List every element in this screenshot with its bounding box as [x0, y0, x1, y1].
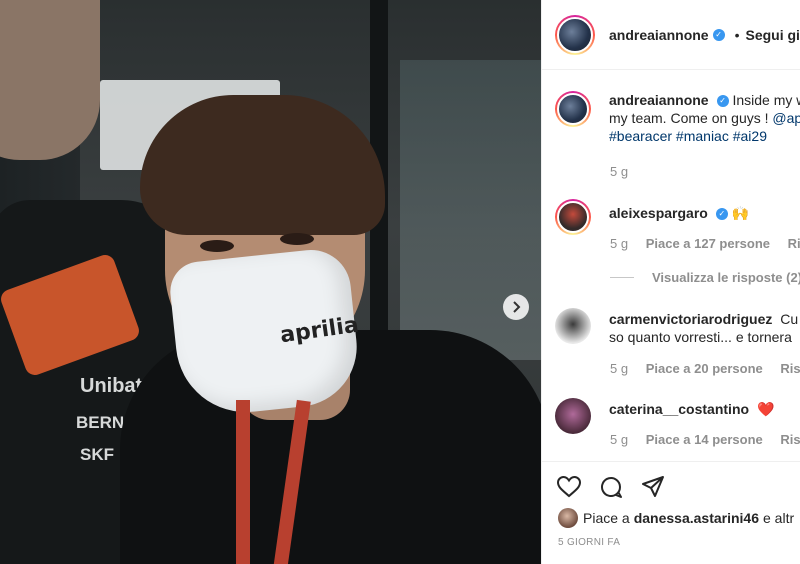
comment-text: ❤️ — [756, 401, 775, 417]
comment-likes[interactable]: Piace a 14 persone — [646, 432, 763, 447]
reply-button[interactable]: Rispo — [788, 236, 800, 251]
like-button[interactable] — [556, 474, 582, 500]
photo-sponsor-2: BERN — [76, 413, 125, 432]
paper-plane-icon — [642, 476, 664, 497]
commenter-avatar[interactable] — [555, 199, 591, 235]
share-button[interactable] — [640, 474, 666, 500]
next-photo-button[interactable] — [503, 294, 529, 320]
caption-mention[interactable]: @ap — [772, 110, 800, 126]
post-sidebar: andreaiannone ✓ • Segui già andreaiannon… — [541, 0, 800, 564]
comment-likes[interactable]: Piace a 127 persone — [646, 236, 770, 251]
comment-time: 5 g — [610, 361, 629, 376]
photo-lanyard-left — [236, 400, 250, 564]
caption-hashtags[interactable]: #bearacer #maniac #ai29 — [609, 128, 767, 144]
liker-username[interactable]: danessa.astarini46 — [634, 510, 759, 526]
likes-summary[interactable]: Piace a danessa.astarini46 e altr — [558, 508, 794, 528]
comment-likes[interactable]: Piace a 20 persone — [646, 361, 763, 376]
reply-button[interactable]: Rispon — [780, 361, 800, 376]
post-header: andreaiannone ✓ • Segui già — [542, 0, 800, 70]
comment-icon — [601, 477, 622, 498]
chevron-right-icon — [513, 301, 521, 313]
author-avatar[interactable] — [555, 14, 595, 55]
author-username[interactable]: andreaiannone — [609, 27, 709, 43]
caption-meta: 5 g — [610, 164, 642, 179]
caption-text-line1: Inside my w — [732, 92, 800, 108]
heart-icon — [557, 476, 581, 498]
comment-item: aleixespargaro ✓ 🙌 — [555, 199, 749, 235]
comment-item: caterina__costantino ❤️ — [555, 398, 774, 434]
photo-eye-left — [200, 240, 234, 252]
caption: andreaiannone ✓ Inside my w my team. Come… — [555, 91, 800, 145]
likes-suffix: e altr — [763, 510, 795, 526]
caption-time: 5 g — [610, 164, 629, 179]
follow-button[interactable]: Segui già — [746, 27, 800, 43]
photo-mechanic-head — [0, 0, 100, 160]
comment-text-line2: so quanto vorresti... e tornera — [609, 329, 792, 345]
comments-list[interactable]: andreaiannone ✓ Inside my w my team. Come… — [542, 71, 800, 461]
photo-eye-right — [280, 233, 314, 245]
comment-button[interactable] — [598, 474, 624, 500]
comment-meta: 5 g Piace a 127 persone Rispo — [610, 236, 800, 251]
comment-text: Cu — [780, 311, 799, 327]
photo-sponsor-3: SKF — [80, 445, 114, 464]
comment-time: 5 g — [610, 236, 629, 251]
comment-item: carmenvictoriarodriguez Cu so quanto vor… — [555, 308, 798, 346]
view-replies-button[interactable]: Visualizza le risposte (2) — [610, 270, 800, 285]
comment-time: 5 g — [610, 432, 629, 447]
post-actions: Piace a danessa.astarini46 e altr 5 GIOR… — [542, 461, 800, 564]
verified-badge-icon: ✓ — [712, 28, 725, 41]
caption-username[interactable]: andreaiannone — [609, 92, 709, 108]
header-separator: • — [734, 26, 740, 43]
verified-badge-icon: ✓ — [715, 208, 728, 221]
verified-badge-icon: ✓ — [716, 95, 729, 108]
comment-username[interactable]: caterina__costantino — [609, 401, 749, 417]
caption-avatar[interactable] — [555, 91, 591, 127]
comment-meta: 5 g Piace a 20 persone Rispon — [610, 361, 800, 376]
caption-text-line2: my team. Come on guys ! — [609, 110, 773, 126]
comment-username[interactable]: aleixespargaro — [609, 205, 708, 221]
comment-username[interactable]: carmenvictoriarodriguez — [609, 311, 772, 327]
action-icons — [556, 474, 666, 500]
post-photo[interactable]: Unibat BERN SKF aprilia — [0, 0, 541, 564]
comment-meta: 5 g Piace a 14 persone Rispon — [610, 432, 800, 447]
commenter-avatar[interactable] — [555, 398, 591, 434]
commenter-avatar[interactable] — [555, 308, 591, 344]
comment-text: 🙌 — [731, 205, 750, 221]
view-replies-label: Visualizza le risposte (2) — [652, 270, 800, 285]
reply-button[interactable]: Rispon — [780, 432, 800, 447]
post-date[interactable]: 5 GIORNI FA — [558, 537, 620, 548]
liker-avatar — [558, 508, 578, 528]
author-name-group: andreaiannone ✓ • Segui già — [609, 27, 800, 43]
replies-line — [610, 277, 634, 278]
likes-prefix: Piace a — [583, 510, 630, 526]
